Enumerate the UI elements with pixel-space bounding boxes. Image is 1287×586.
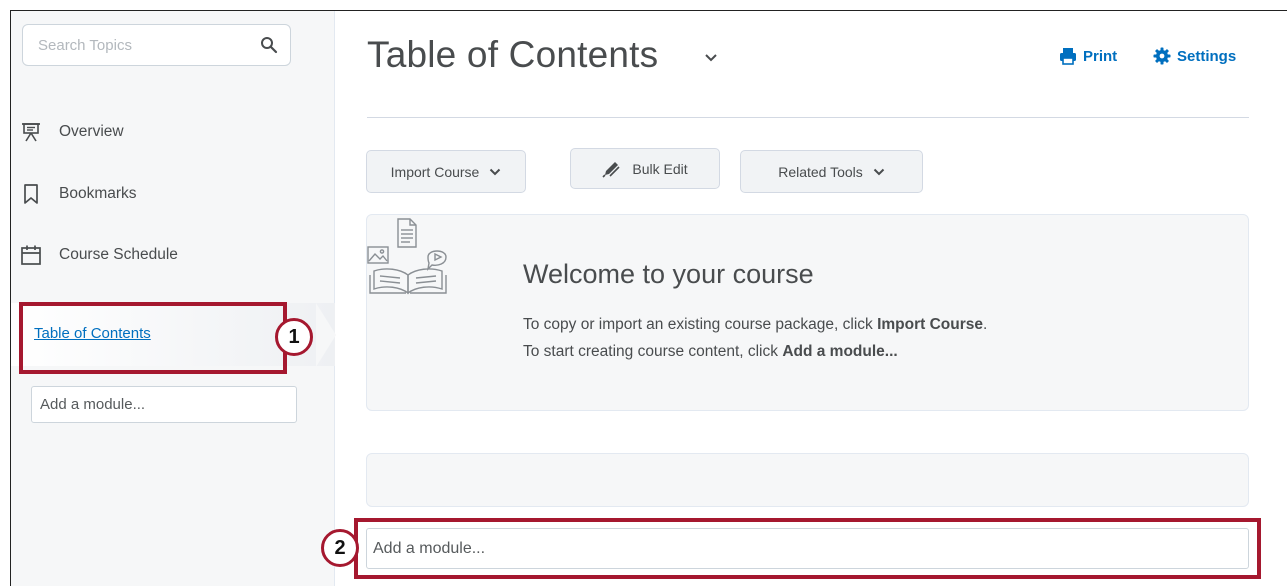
settings-label: Settings	[1177, 47, 1237, 65]
printer-icon	[1059, 47, 1077, 65]
sidebar-item-course-schedule[interactable]: Course Schedule	[20, 239, 178, 271]
sidebar-item-label: Overview	[59, 123, 124, 140]
sidebar-item-label: Course Schedule	[59, 246, 178, 263]
print-button[interactable]: Print	[1059, 47, 1117, 65]
related-tools-button[interactable]: Related Tools	[740, 150, 923, 193]
chevron-down-icon	[490, 168, 501, 175]
search-input[interactable]	[23, 25, 243, 65]
sidebar-item-label: Bookmarks	[59, 185, 137, 202]
bulk-edit-label: Bulk Edit	[632, 160, 688, 177]
highlight-box-1	[19, 302, 287, 374]
calendar-icon	[20, 244, 42, 266]
open-book-media-icon	[367, 218, 447, 295]
search-icon[interactable]	[260, 36, 278, 54]
welcome-card	[366, 214, 1249, 411]
pencil-icon	[602, 161, 620, 178]
sidebar-item-overview[interactable]: Overview	[20, 116, 124, 148]
chevron-down-icon	[873, 168, 884, 175]
settings-button[interactable]: Settings	[1153, 47, 1236, 65]
sidebar-item-bookmarks[interactable]: Bookmarks	[20, 178, 137, 210]
chevron-down-icon[interactable]	[704, 53, 718, 63]
import-course-emphasis: Import Course	[877, 316, 984, 333]
search-box[interactable]	[22, 24, 291, 66]
page-title[interactable]: Table of Contents	[367, 34, 658, 76]
highlight-box-2	[354, 518, 1261, 579]
welcome-title: Welcome to your course	[523, 259, 814, 289]
empty-module-card	[366, 453, 1249, 507]
presentation-icon	[20, 121, 42, 143]
callout-2: 2	[321, 529, 359, 567]
header-divider	[367, 117, 1249, 118]
print-label: Print	[1083, 47, 1118, 65]
bookmark-icon	[20, 183, 42, 205]
related-tools-label: Related Tools	[778, 163, 863, 180]
sidebar-add-module[interactable]	[31, 386, 297, 423]
add-module-emphasis: Add a module...	[782, 343, 898, 360]
import-course-button[interactable]: Import Course	[366, 150, 526, 193]
gear-icon	[1153, 47, 1171, 65]
welcome-line-add-module: To start creating course content, click …	[523, 343, 898, 360]
sidebar-add-module-input[interactable]	[32, 387, 296, 422]
selected-indicator	[316, 303, 336, 367]
callout-1: 1	[275, 318, 313, 356]
welcome-line-import: To copy or import an existing course pac…	[523, 316, 988, 333]
sidebar	[11, 11, 335, 586]
import-course-label: Import Course	[390, 163, 480, 180]
bulk-edit-button[interactable]: Bulk Edit	[570, 148, 720, 189]
